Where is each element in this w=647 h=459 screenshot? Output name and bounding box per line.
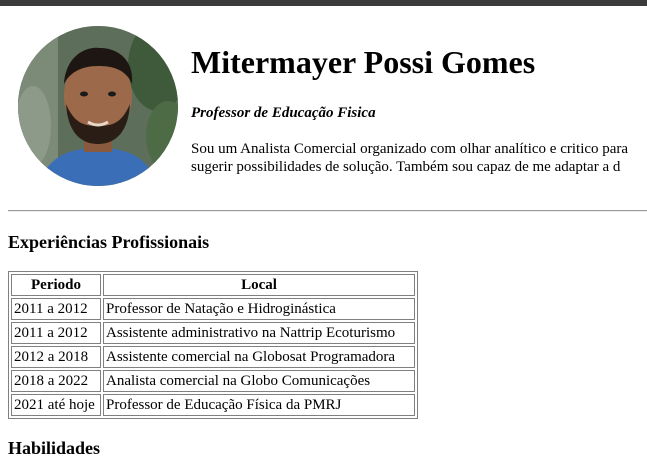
periodo-cell: 2018 a 2022 (11, 370, 101, 392)
periodo-cell: 2012 a 2018 (11, 346, 101, 368)
profile-name: Mitermayer Possi Gomes (191, 44, 536, 80)
experience-section-title: Experiências Profissionais (8, 232, 210, 252)
table-row: 2011 a 2012 Assistente administrativo na… (11, 322, 415, 344)
table-row: 2018 a 2022 Analista comercial na Globo … (11, 370, 415, 392)
periodo-cell: 2011 a 2012 (11, 322, 101, 344)
table-row: 2011 a 2012 Professor de Natação e Hidro… (11, 298, 415, 320)
browser-top-bar (0, 0, 647, 6)
local-cell: Assistente comercial na Globosat Program… (103, 346, 415, 368)
local-cell: Analista comercial na Globo Comunicações (103, 370, 415, 392)
profile-photo (18, 26, 178, 186)
experience-table: Periodo Local 2011 a 2012 Professor de N… (8, 271, 418, 419)
profile-role: Professor de Educação Fisica (191, 105, 376, 121)
table-row: 2012 a 2018 Assistente comercial na Glob… (11, 346, 415, 368)
skills-section-title: Habilidades (8, 438, 101, 458)
column-header-local: Local (103, 274, 415, 296)
bio-line: sugerir possibilidades de solução. També… (191, 159, 621, 175)
bio-line: Sou um Analista Comercial organizado com… (191, 141, 629, 157)
horizontal-rule (8, 210, 647, 212)
periodo-cell: 2011 a 2012 (11, 298, 101, 320)
column-header-periodo: Periodo (11, 274, 101, 296)
local-cell: Assistente administrativo na Nattrip Eco… (103, 322, 415, 344)
local-cell: Professor de Educação Física da PMRJ (103, 394, 415, 416)
periodo-cell: 2021 até hoje (11, 394, 101, 416)
person-portrait-icon (18, 26, 178, 186)
local-cell: Professor de Natação e Hidroginástica (103, 298, 415, 320)
table-header-row: Periodo Local (11, 274, 415, 296)
profile-bio: Sou um Analista Comercial organizado com… (191, 140, 647, 176)
table-row: 2021 até hoje Professor de Educação Físi… (11, 394, 415, 416)
